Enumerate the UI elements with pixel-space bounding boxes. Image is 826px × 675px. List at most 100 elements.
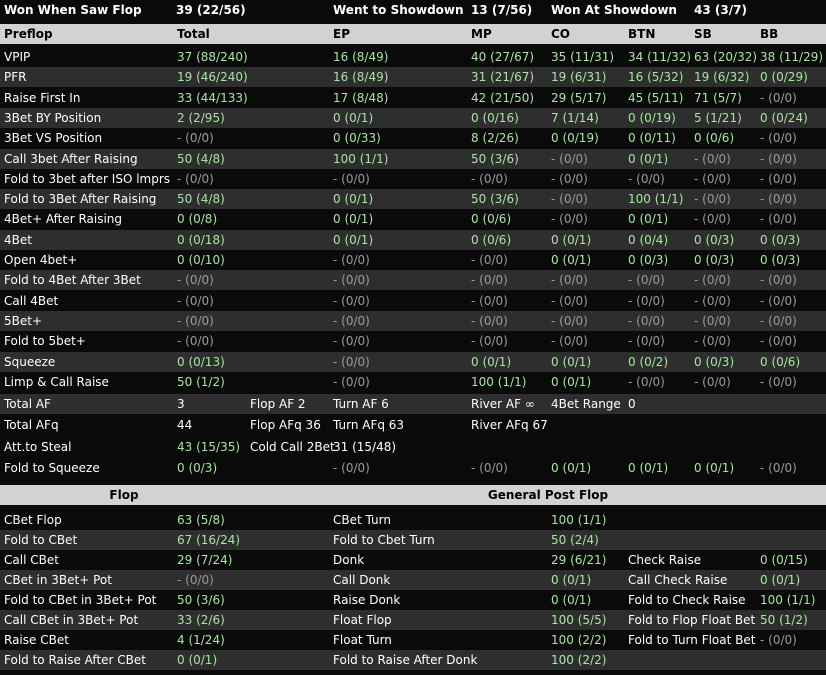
stat-value: - (0/0) bbox=[551, 192, 588, 207]
stat-value: 50 (4/8) bbox=[177, 151, 225, 166]
preflop-header-row: Preflop Total EP MP CO BTN SB BB bbox=[0, 24, 826, 44]
stat-value: 50 (4/8) bbox=[177, 192, 225, 207]
fold-to-squeeze-row: Fold to Squeeze 0 (0/3) - (0/0) - (0/0) 0 (0… bbox=[0, 458, 826, 478]
stat-value: 34 (11/32) bbox=[628, 50, 692, 64]
stat-value: 0 (0/19) bbox=[551, 131, 599, 146]
stat-label: CBet in 3Bet+ Pot bbox=[4, 573, 112, 587]
stat-value: - (0/0) bbox=[760, 273, 797, 288]
stat-value: 0 (0/6) bbox=[471, 212, 512, 227]
preflop-row: Fold to 5bet+ - (0/0) - (0/0) - (0/0) - (0/0… bbox=[0, 331, 826, 351]
stat-value: - (0/0) bbox=[694, 171, 731, 186]
preflop-row: Fold to 3Bet After Raising 50 (4/8) 0 (0/1… bbox=[0, 189, 826, 210]
stat-value: - (0/0) bbox=[551, 293, 588, 308]
stat-value: 0 (0/1) bbox=[551, 573, 592, 587]
stat-label: 4Bet bbox=[4, 232, 32, 247]
stat-value: - (0/0) bbox=[694, 334, 731, 349]
stat-value: - (0/0) bbox=[333, 313, 370, 328]
stat-value: 35 (11/31) bbox=[551, 50, 615, 64]
stat-value: 100 (1/1) bbox=[333, 151, 389, 166]
stat-value: 37 (88/240) bbox=[177, 50, 248, 64]
stat-value: 0 (0/11) bbox=[628, 131, 676, 146]
stat-value: - (0/0) bbox=[551, 334, 588, 349]
stat-label: Fold to Cbet Turn bbox=[333, 533, 435, 547]
stat-value: - (0/0) bbox=[628, 293, 665, 308]
stat-value: 0 (0/3) bbox=[694, 232, 735, 247]
stat-value: - (0/0) bbox=[760, 171, 797, 186]
stat-value: - (0/0) bbox=[177, 573, 214, 587]
stat-value: 16 (8/49) bbox=[333, 70, 389, 85]
preflop-col-header-bb: BB bbox=[760, 27, 779, 41]
river-afq: River AFq 67 bbox=[471, 418, 548, 432]
stat-value: - (0/0) bbox=[628, 334, 665, 349]
postflop-row: CBet Flop 63 (5/8) CBet Turn 100 (1/1) bbox=[0, 510, 826, 530]
stat-label: Call CBet in 3Bet+ Pot bbox=[4, 613, 139, 627]
stat-value: - (0/0) bbox=[471, 273, 508, 288]
stat-value: - (0/0) bbox=[177, 131, 214, 146]
postflop-header-row: Flop General Post Flop bbox=[0, 485, 826, 505]
stat-value: 0 (0/1) bbox=[551, 593, 592, 607]
cold-call-2bet-label: Cold Call 2Bet bbox=[250, 440, 335, 454]
stat-label: CBet Flop bbox=[4, 513, 62, 527]
preflop-row: 3Bet VS Position - (0/0) 0 (0/33) 8 (2/26) 0… bbox=[0, 128, 826, 148]
stat-label: Open 4bet+ bbox=[4, 253, 78, 267]
stat-value: 0 (0/1) bbox=[628, 212, 669, 227]
stat-value: 50 (1/2) bbox=[177, 374, 225, 389]
stat-value: 100 (1/1) bbox=[551, 513, 607, 527]
stat-value: 19 (46/240) bbox=[177, 70, 248, 85]
stat-label: Call CBet bbox=[4, 553, 59, 567]
stat-value: - (0/0) bbox=[760, 633, 797, 647]
stat-label: Fold to Turn Float Bet bbox=[628, 633, 756, 647]
stat-label: CBet Turn bbox=[333, 513, 391, 527]
postflop-row: Call CBet 29 (7/24) Donk 29 (6/21) Check Rai… bbox=[0, 550, 826, 570]
preflop-col-header-total: Total bbox=[177, 27, 210, 41]
stat-label: 5Bet+ bbox=[4, 313, 43, 328]
stat-label: Limp & Call Raise bbox=[4, 374, 109, 389]
stat-label: Fold to CBet in 3Bet+ Pot bbox=[4, 593, 157, 607]
fold-to-squeeze-value: 0 (0/1) bbox=[551, 461, 592, 475]
stat-label: Raise Donk bbox=[333, 593, 401, 607]
preflop-row: 4Bet+ After Raising 0 (0/8) 0 (0/1) 0 (0/6)… bbox=[0, 209, 826, 229]
stat-value: 0 (0/4) bbox=[628, 232, 669, 247]
stat-value: - (0/0) bbox=[177, 313, 214, 328]
stat-label: 3Bet BY Position bbox=[4, 110, 102, 125]
stat-value: 0 (0/1) bbox=[760, 573, 801, 587]
stat-value: - (0/0) bbox=[177, 334, 214, 349]
stat-value: - (0/0) bbox=[551, 212, 588, 227]
stat-value: 2 (2/95) bbox=[177, 110, 225, 125]
total-af-value: 3 bbox=[177, 397, 185, 411]
stat-label: Squeeze bbox=[4, 354, 56, 369]
stat-value: - (0/0) bbox=[551, 273, 588, 288]
preflop-row: 4Bet 0 (0/18) 0 (0/1) 0 (0/6) 0 (0/1) 0 (0/4)… bbox=[0, 229, 826, 250]
stat-value: 71 (5/7) bbox=[694, 90, 742, 105]
stat-value: 16 (5/32) bbox=[628, 70, 684, 85]
stat-value: 29 (6/21) bbox=[551, 553, 607, 567]
stat-value: 5 (1/21) bbox=[694, 110, 742, 125]
won-when-saw-flop-label: Won When Saw Flop bbox=[4, 3, 142, 17]
stat-value: 40 (27/67) bbox=[471, 50, 535, 64]
preflop-row: Fold to 3bet after ISO lmprs - (0/0) - (0/… bbox=[0, 169, 826, 189]
stat-value: 0 (0/19) bbox=[628, 110, 676, 125]
stat-value: 0 (0/6) bbox=[760, 354, 801, 369]
stat-value: 42 (21/50) bbox=[471, 90, 535, 105]
stat-label: Float Turn bbox=[333, 633, 392, 647]
went-to-showdown-value: 13 (7/56) bbox=[471, 3, 533, 17]
stat-value: 67 (16/24) bbox=[177, 533, 241, 547]
stat-label: Check Raise bbox=[628, 553, 702, 567]
stat-value: - (0/0) bbox=[333, 374, 370, 389]
stat-label: Call Check Raise bbox=[628, 573, 728, 587]
stat-label: Fold to Flop Float Bet bbox=[628, 613, 756, 627]
stat-value: - (0/0) bbox=[333, 293, 370, 308]
stat-label: 3Bet VS Position bbox=[4, 131, 103, 146]
stat-value: - (0/0) bbox=[551, 171, 588, 186]
total-af-row: Total AF 3 Flop AF 2 Turn AF 6 River AF ∞ 4Be… bbox=[0, 394, 826, 414]
flop-section-header: Flop bbox=[109, 488, 139, 502]
stat-value: 0 (0/6) bbox=[471, 232, 512, 247]
stat-value: 29 (7/24) bbox=[177, 553, 233, 567]
preflop-col-header-preflop: Preflop bbox=[4, 27, 53, 41]
stat-value: - (0/0) bbox=[694, 151, 731, 166]
stat-value: 0 (0/1) bbox=[471, 354, 512, 369]
stat-value: 50 (2/4) bbox=[551, 533, 599, 547]
stat-value: 0 (0/3) bbox=[760, 232, 801, 247]
stat-value: 0 (0/33) bbox=[333, 131, 381, 146]
stat-value: - (0/0) bbox=[694, 212, 731, 227]
